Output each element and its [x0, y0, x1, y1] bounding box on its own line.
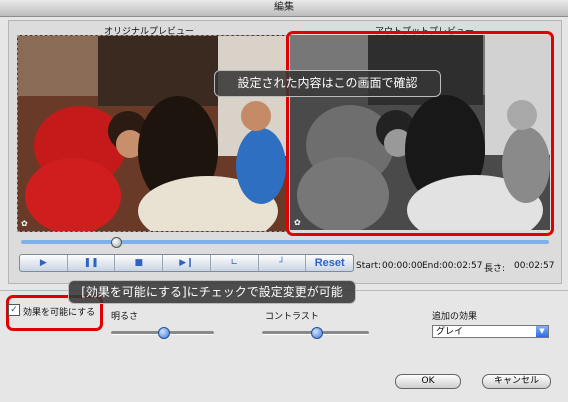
- start-label: Start:: [356, 261, 382, 271]
- mark-in-button[interactable]: ∟: [211, 255, 259, 271]
- preview-panel: オリジナルプレビュー アウトプットプレビュー ✿ ✿ 設定された内容はこの画面で…: [8, 20, 562, 284]
- mark-in-icon: ∟: [230, 258, 238, 268]
- enable-effects-checkbox[interactable]: ✓: [8, 304, 20, 316]
- mark-out-icon: ┘: [279, 258, 285, 268]
- start-value: 00:00:00: [382, 261, 423, 271]
- end-value: 00:02:57: [442, 261, 483, 271]
- stop-button[interactable]: ■: [115, 255, 164, 271]
- timeline-slider[interactable]: [21, 237, 549, 248]
- next-frame-icon: ▶❙: [179, 258, 194, 268]
- window-title: 編集: [0, 0, 568, 17]
- edit-window: 編集 オリジナルプレビュー アウトプットプレビュー ✿ ✿ 設定された内容はこの…: [0, 0, 568, 402]
- cancel-button[interactable]: キャンセル: [482, 374, 551, 389]
- enable-effects-label[interactable]: 効果を可能にする: [23, 305, 95, 318]
- checkmark-icon: ✓: [10, 305, 18, 315]
- mark-out-button[interactable]: ┘: [259, 255, 307, 271]
- end-label: End:: [422, 261, 443, 271]
- next-frame-button[interactable]: ▶❙: [163, 255, 211, 271]
- extra-effect-label: 追加の効果: [432, 312, 478, 322]
- timeline-knob[interactable]: [111, 237, 123, 248]
- original-preview-image: [18, 36, 286, 231]
- film-icon: ✿: [21, 219, 28, 228]
- contrast-knob[interactable]: [310, 327, 323, 339]
- original-preview: ✿: [17, 35, 287, 232]
- contrast-label: コントラスト: [265, 312, 319, 322]
- extra-effect-select[interactable]: グレイ ▼: [432, 325, 549, 338]
- enable-callout: [効果を可能にする]にチェックで設定変更が可能: [68, 280, 356, 304]
- brightness-knob[interactable]: [157, 327, 170, 339]
- effects-panel: ✓ 効果を可能にする 明るさ コントラスト 追加の効果 グレイ ▼ OK キャン…: [0, 290, 568, 402]
- play-icon: ▶: [39, 258, 47, 268]
- chevron-down-icon: ▼: [536, 326, 548, 337]
- pause-button[interactable]: ❚❚: [68, 255, 116, 271]
- extra-effect-value: グレイ: [436, 327, 464, 337]
- output-highlight-frame: [286, 31, 554, 236]
- play-button[interactable]: ▶: [20, 255, 68, 271]
- pause-icon: ❚❚: [83, 258, 99, 268]
- reset-button[interactable]: Reset: [306, 255, 353, 271]
- playback-controls: ▶ ❚❚ ■ ▶❙ ∟ ┘ Reset: [19, 254, 354, 272]
- ok-button[interactable]: OK: [395, 374, 461, 389]
- length-label: 長さ:: [484, 264, 506, 274]
- output-callout: 設定された内容はこの画面で確認: [214, 70, 441, 97]
- brightness-label: 明るさ: [111, 312, 139, 322]
- length-value: 00:02:57: [514, 261, 555, 271]
- stop-icon: ■: [134, 258, 144, 268]
